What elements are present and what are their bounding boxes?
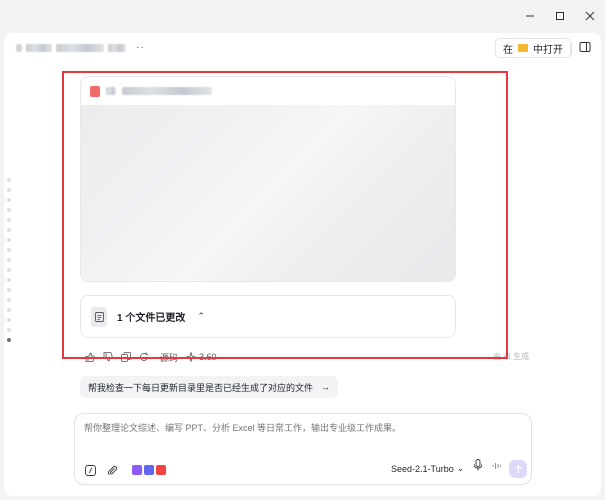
video-plugin-icon bbox=[132, 465, 142, 475]
version-label: 3.60 bbox=[199, 352, 217, 362]
message-actions: 源码 3.60 bbox=[84, 350, 217, 364]
message-input[interactable] bbox=[84, 423, 524, 433]
copy-icon[interactable] bbox=[120, 352, 131, 363]
nav-dot[interactable] bbox=[7, 258, 11, 262]
minimize-icon bbox=[526, 15, 534, 17]
open-in-button[interactable]: 在 中打开 bbox=[495, 38, 571, 58]
file-preview-card[interactable] bbox=[80, 76, 456, 282]
slash-command-button[interactable] bbox=[84, 464, 96, 476]
nav-dot[interactable] bbox=[7, 318, 11, 322]
close-button[interactable] bbox=[575, 0, 605, 32]
conversation-title: ·· bbox=[16, 42, 145, 53]
microphone-button[interactable] bbox=[473, 459, 483, 474]
divider bbox=[571, 43, 572, 55]
title-blurred bbox=[56, 43, 104, 52]
files-changed-card[interactable]: 1 个文件已更改 ⌃ bbox=[80, 295, 456, 338]
nav-dot[interactable] bbox=[7, 288, 11, 292]
nav-dot[interactable] bbox=[7, 328, 11, 332]
chevron-down-icon: ⌄ bbox=[456, 463, 465, 473]
topbar: ·· 在 中打开 bbox=[4, 33, 601, 63]
thumbs-down-icon[interactable] bbox=[102, 352, 113, 363]
send-button[interactable] bbox=[509, 460, 527, 478]
nav-dot[interactable] bbox=[7, 278, 11, 282]
title-blurred bbox=[16, 43, 22, 52]
sparkle-icon bbox=[185, 352, 196, 363]
nav-dot[interactable] bbox=[7, 308, 11, 312]
attach-button[interactable] bbox=[106, 464, 118, 476]
filename-blurred bbox=[106, 87, 116, 95]
composer-tools bbox=[84, 464, 166, 476]
open-in-label: 中打开 bbox=[533, 44, 563, 56]
filename-blurred bbox=[122, 87, 212, 95]
message-composer: Seed-2.1-Turbo ⌄ bbox=[74, 413, 532, 485]
arrow-up-icon bbox=[514, 464, 522, 473]
paperclip-icon bbox=[107, 465, 117, 475]
close-icon bbox=[585, 11, 595, 21]
nav-dot[interactable] bbox=[7, 208, 11, 212]
nav-dot[interactable] bbox=[7, 198, 11, 202]
message-navigator bbox=[7, 178, 11, 342]
title-suffix: ·· bbox=[136, 42, 145, 53]
preview-thumbnail bbox=[81, 105, 455, 281]
minimize-button[interactable] bbox=[515, 0, 545, 32]
open-in-prefix: 在 bbox=[503, 44, 513, 56]
nav-dot[interactable] bbox=[7, 248, 11, 252]
files-changed-label: 1 个文件已更改 bbox=[117, 313, 186, 324]
side-panel-icon bbox=[579, 42, 591, 52]
expand-chevron-icon[interactable]: ⌃ bbox=[197, 311, 205, 322]
arrow-right-icon: → bbox=[321, 382, 331, 392]
slash-icon bbox=[84, 464, 96, 476]
toggle-panel-button[interactable] bbox=[579, 41, 591, 56]
nav-dot[interactable] bbox=[7, 218, 11, 222]
suggestion-text: 帮我检查一下每日更新目录里是否已经生成了对应的文件 bbox=[88, 382, 314, 393]
maximize-icon bbox=[556, 12, 564, 20]
title-blurred bbox=[26, 43, 52, 52]
nav-dot[interactable] bbox=[7, 238, 11, 242]
voice-mode-button[interactable] bbox=[492, 461, 502, 474]
folder-icon bbox=[518, 44, 528, 52]
image-plugin-icon bbox=[144, 465, 154, 475]
nav-dot[interactable] bbox=[7, 268, 11, 272]
nav-dot[interactable] bbox=[7, 178, 11, 182]
doc-plugin-icon bbox=[156, 465, 166, 475]
ai-generated-note: 由 AI 生成 bbox=[493, 352, 530, 361]
regenerate-icon[interactable] bbox=[138, 352, 149, 363]
nav-dot[interactable] bbox=[7, 188, 11, 192]
thumbs-up-icon[interactable] bbox=[84, 352, 95, 363]
microphone-icon bbox=[473, 459, 483, 471]
plugin-group[interactable] bbox=[132, 465, 166, 475]
suggestion-chip[interactable]: 帮我检查一下每日更新目录里是否已经生成了对应的文件 → bbox=[80, 376, 339, 398]
model-label: Seed-2.1-Turbo bbox=[391, 463, 454, 474]
nav-dot[interactable] bbox=[7, 298, 11, 302]
preview-header bbox=[81, 77, 455, 105]
nav-dot[interactable] bbox=[7, 228, 11, 232]
file-changes-icon bbox=[91, 306, 107, 327]
title-blurred bbox=[108, 43, 126, 52]
waveform-icon bbox=[492, 463, 501, 469]
document-icon bbox=[90, 85, 100, 97]
source-link[interactable]: 源码 bbox=[160, 351, 178, 364]
nav-dot-active[interactable] bbox=[7, 338, 11, 342]
app-main: ·· 在 中打开 1 个文件已更改 ⌃ 源码 3.60 由 AI 生成 帮我检查… bbox=[4, 33, 601, 496]
maximize-button[interactable] bbox=[545, 0, 575, 32]
window-controls bbox=[515, 0, 605, 32]
model-select[interactable]: Seed-2.1-Turbo ⌄ bbox=[391, 463, 464, 474]
